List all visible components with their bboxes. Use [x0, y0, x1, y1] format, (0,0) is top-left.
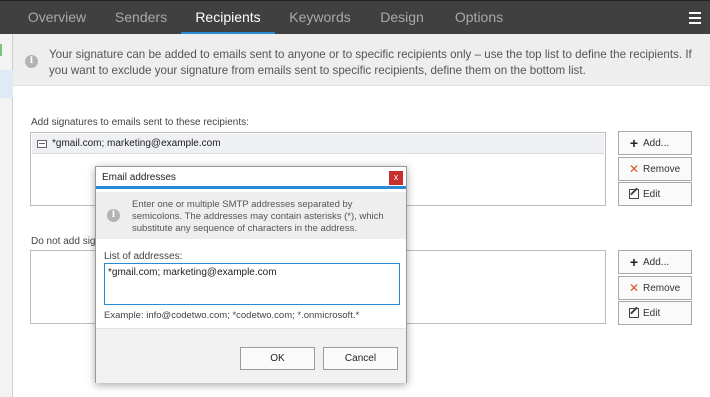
- include-edit-button[interactable]: Edit: [618, 182, 692, 206]
- exclude-add-button[interactable]: + Add...: [618, 250, 692, 274]
- ok-button[interactable]: OK: [240, 347, 315, 370]
- addresses-input[interactable]: *gmail.com; marketing@example.com: [104, 263, 400, 305]
- tab-options[interactable]: Options: [445, 1, 513, 35]
- gutter-marker: [0, 44, 2, 56]
- remove-icon: ✕: [628, 162, 640, 176]
- edit-icon: [629, 308, 639, 318]
- tab-recipients[interactable]: Recipients: [181, 1, 275, 35]
- plus-icon: +: [629, 254, 639, 270]
- exclude-remove-button[interactable]: ✕ Remove: [618, 276, 692, 300]
- exclude-edit-button[interactable]: Edit: [618, 301, 692, 325]
- dialog-title-bar: Email addresses x: [96, 167, 406, 189]
- edit-icon: [629, 189, 639, 199]
- hamburger-icon[interactable]: [689, 12, 701, 24]
- info-icon: i: [25, 55, 38, 68]
- gutter-selection: [0, 70, 13, 98]
- list-item-text: *gmail.com; marketing@example.com: [52, 138, 221, 149]
- addresses-field-label: List of addresses:: [104, 251, 183, 262]
- info-text: Your signature can be added to emails se…: [49, 48, 692, 77]
- dialog-footer: OK Cancel: [96, 328, 406, 383]
- envelope-icon: [37, 140, 47, 148]
- email-addresses-dialog: Email addresses x i Enter one or multipl…: [95, 166, 407, 383]
- remove-icon: ✕: [628, 281, 640, 295]
- tab-bar: Overview Senders Recipients Keywords Des…: [0, 0, 710, 35]
- include-section-label: Add signatures to emails sent to these r…: [31, 117, 249, 128]
- dialog-info-banner: i Enter one or multiple SMTP addresses s…: [96, 192, 406, 239]
- cancel-button[interactable]: Cancel: [323, 347, 398, 370]
- left-gutter: [0, 0, 13, 397]
- tab-overview[interactable]: Overview: [17, 1, 97, 35]
- list-item[interactable]: *gmail.com; marketing@example.com: [32, 134, 604, 154]
- info-banner: i Your signature can be added to emails …: [13, 34, 710, 86]
- info-icon: i: [107, 209, 120, 222]
- plus-icon: +: [629, 135, 639, 151]
- example-text: Example: info@codetwo.com; *codetwo.com;…: [104, 310, 360, 321]
- tab-keywords[interactable]: Keywords: [280, 1, 360, 35]
- dialog-info-text: Enter one or multiple SMTP addresses sep…: [132, 199, 384, 234]
- close-icon[interactable]: x: [389, 171, 403, 185]
- dialog-title: Email addresses: [102, 172, 176, 183]
- tab-design[interactable]: Design: [370, 1, 434, 35]
- include-add-button[interactable]: + Add...: [618, 131, 692, 155]
- include-remove-button[interactable]: ✕ Remove: [618, 157, 692, 181]
- tab-senders[interactable]: Senders: [103, 1, 179, 35]
